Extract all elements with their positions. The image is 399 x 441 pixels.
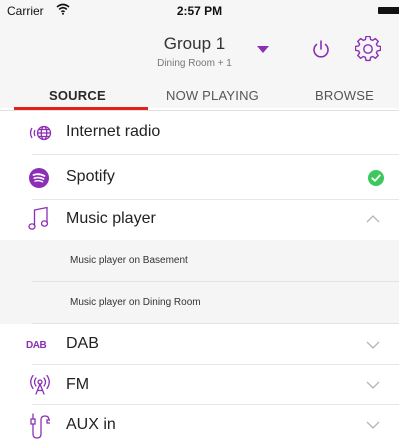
source-label: Music player	[66, 210, 156, 227]
chevron-down-icon[interactable]	[366, 381, 380, 390]
music-player-subitem-basement[interactable]: Music player on Basement	[0, 240, 399, 282]
tab-source[interactable]: SOURCE	[49, 88, 106, 103]
source-label: Internet radio	[66, 123, 161, 140]
status-bar: Carrier 2:57 PM	[0, 0, 399, 20]
music-note-icon	[28, 206, 49, 230]
check-icon	[368, 170, 384, 186]
source-label: DAB	[66, 335, 99, 352]
battery-icon	[378, 7, 399, 14]
source-item-dab[interactable]: DAB DAB	[0, 324, 399, 365]
chevron-down-icon[interactable]	[366, 421, 380, 430]
source-label: AUX in	[66, 416, 116, 433]
subitem-label: Music player on Basement	[70, 255, 188, 266]
source-item-spotify[interactable]: Spotify	[0, 155, 399, 200]
chevron-down-icon[interactable]	[366, 341, 380, 350]
source-item-fm[interactable]: FM	[0, 365, 399, 405]
chevron-up-icon[interactable]	[366, 214, 380, 223]
svg-text:DAB: DAB	[26, 340, 46, 351]
tab-now-playing[interactable]: NOW PLAYING	[166, 88, 259, 103]
aux-in-icon	[30, 413, 50, 439]
dropdown-arrow-icon[interactable]	[256, 44, 270, 54]
dab-icon: DAB	[26, 340, 47, 351]
source-item-internet-radio[interactable]: Internet radio	[0, 111, 399, 155]
group-title[interactable]: Group 1	[0, 34, 399, 54]
internet-radio-icon	[29, 125, 52, 141]
source-item-aux-in[interactable]: AUX in	[0, 405, 399, 441]
spotify-icon	[29, 168, 49, 188]
tab-browse[interactable]: BROWSE	[315, 88, 374, 103]
source-label: FM	[66, 376, 90, 393]
group-subtitle[interactable]: Dining Room + 1	[0, 58, 399, 69]
fm-icon	[30, 374, 50, 395]
clock: 2:57 PM	[176, 4, 223, 18]
music-player-subitem-dining-room[interactable]: Music player on Dining Room	[0, 282, 399, 324]
subitem-label: Music player on Dining Room	[70, 297, 201, 308]
source-item-music-player[interactable]: Music player	[0, 200, 399, 240]
source-label: Spotify	[66, 168, 115, 185]
gear-icon[interactable]	[355, 36, 381, 62]
power-icon[interactable]	[310, 38, 332, 60]
